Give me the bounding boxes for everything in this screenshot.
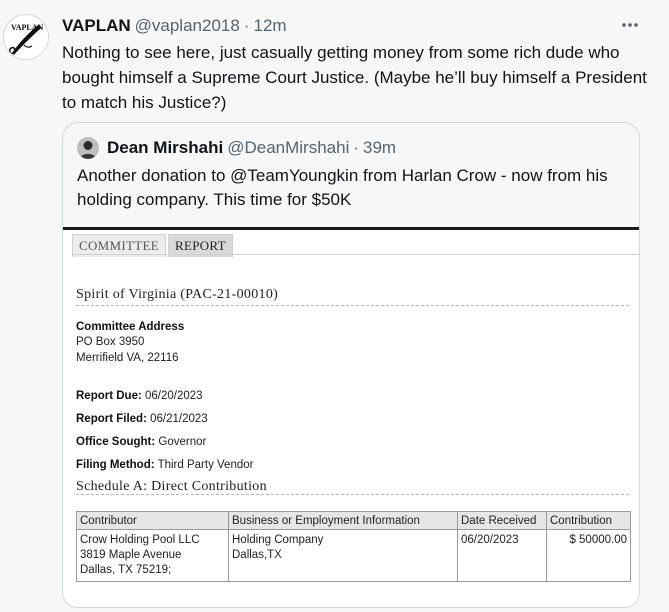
office-sought: Office Sought: Governor — [76, 436, 207, 448]
quote-author-handle: @DeanMirshahi — [227, 138, 350, 157]
amount-cell: $ 50000.00 — [546, 529, 631, 582]
column-header: Contributor — [76, 511, 229, 530]
divider — [76, 305, 629, 306]
divider — [72, 254, 639, 255]
divider — [76, 494, 629, 495]
author-name[interactable]: VAPLAN — [62, 16, 131, 36]
address-line-2: Merrifield VA, 22116 — [76, 352, 179, 364]
more-horizontal-icon — [622, 23, 638, 27]
contribution-table: Contributor Business or Employment Infor… — [76, 511, 631, 582]
quote-author-name: Dean Mirshahi — [107, 138, 224, 157]
separator-dot: · — [243, 16, 250, 35]
address-line-1: PO Box 3950 — [76, 336, 145, 348]
report-due: Report Due: 06/20/2023 — [76, 390, 203, 402]
column-header: Date Received — [457, 511, 547, 530]
column-header: Contribution — [546, 511, 631, 530]
address-label: Committee Address — [76, 321, 185, 333]
date-cell: 06/20/2023 — [457, 529, 547, 582]
svg-text:VAPLAN: VAPLAN — [11, 23, 44, 32]
quote-timestamp: 39m — [363, 138, 397, 157]
quote-avatar[interactable] — [77, 137, 99, 159]
quote-header: Dean Mirshahi @DeanMirshahi · 39m — [77, 137, 396, 159]
tweet-text: Nothing to see here, just casually getti… — [62, 43, 647, 112]
column-header: Business or Employment Information — [228, 511, 458, 530]
table-row: Crow Holding Pool LLC 3819 Maple Avenue … — [76, 529, 631, 582]
business-cell: Holding Company Dallas,TX — [228, 529, 458, 582]
separator-dot: · — [353, 138, 360, 157]
quote-text: Another donation to @TeamYoungkin from H… — [77, 166, 608, 209]
user-photo-icon — [77, 137, 99, 159]
avatar[interactable]: VAPLAN — [3, 14, 49, 60]
vaplan-logo-icon: VAPLAN — [5, 16, 48, 59]
committee-title: Spirit of Virginia (PAC-21-00010) — [76, 287, 279, 302]
quoted-tweet[interactable]: Dean Mirshahi @DeanMirshahi · 39m Anothe… — [62, 122, 640, 608]
filing-method: Filing Method: Third Party Vendor — [76, 459, 254, 471]
table-header-row: Contributor Business or Employment Infor… — [76, 511, 631, 530]
tweet-header: VAPLAN @vaplan2018 · 12m — [62, 16, 287, 38]
contributor-cell: Crow Holding Pool LLC 3819 Maple Avenue … — [76, 529, 229, 582]
timestamp[interactable]: 12m — [253, 16, 286, 36]
more-options-button[interactable] — [619, 14, 641, 36]
author-handle[interactable]: @vaplan2018 — [135, 16, 240, 36]
attached-image[interactable]: COMMITTEE REPORT Spirit of Virginia (PAC… — [63, 227, 639, 607]
tweet-card[interactable]: VAPLAN VAPLAN @vaplan2018 · 12m Nothing … — [0, 0, 669, 612]
schedule-title: Schedule A: Direct Contribution — [76, 479, 267, 494]
report-filed: Report Filed: 06/21/2023 — [76, 413, 208, 425]
